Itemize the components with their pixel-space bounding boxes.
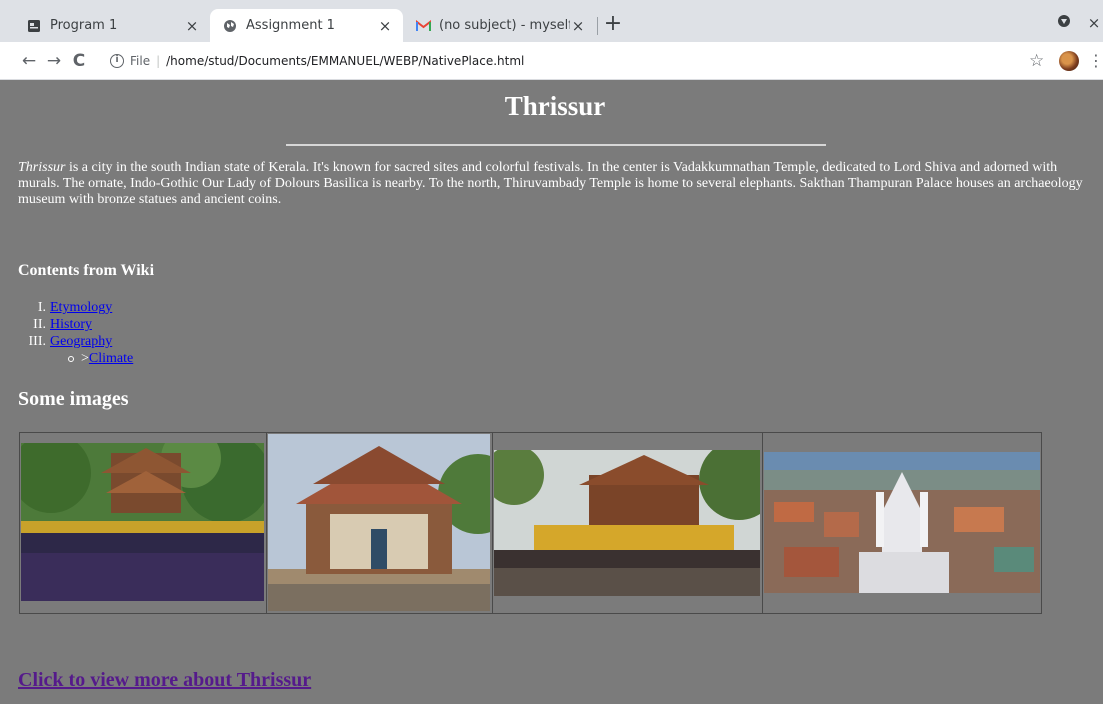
image-cell [267, 433, 493, 613]
image-cell [20, 433, 267, 613]
page-content: Thrissur Thrissur is a city in the south… [0, 80, 1103, 704]
list-number: II. [33, 317, 46, 332]
close-icon[interactable]: × [570, 18, 586, 34]
tab-strip: Program 1 × Assignment 1 × (no subject) … [0, 0, 1103, 42]
view-more-link[interactable]: Click to view more about Thrissur [18, 669, 311, 692]
forward-arrow-icon[interactable]: → [42, 49, 66, 73]
profile-avatar[interactable] [1059, 51, 1079, 71]
basilica-aerial-photo[interactable] [764, 452, 1040, 593]
info-icon[interactable]: i [110, 54, 124, 68]
tab-label: (no subject) - myself.emm [439, 18, 570, 33]
page-title: Thrissur [504, 91, 606, 121]
list-item: II. History [18, 316, 133, 333]
close-icon[interactable]: × [184, 18, 200, 34]
intro-city-name: Thrissur [18, 160, 66, 175]
circle-bullet-icon [68, 355, 74, 362]
tab-label: Program 1 [50, 18, 118, 33]
vadakkumnathan-temple-photo[interactable] [268, 434, 490, 611]
window-close-icon[interactable]: × [1084, 13, 1103, 33]
link-etymology[interactable]: Etymology [50, 299, 112, 316]
menu-icon[interactable]: ⋮ [1088, 51, 1103, 71]
link-geography[interactable]: Geography [50, 333, 112, 350]
extension-icon[interactable] [1054, 13, 1074, 33]
list-item: I. Etymology [18, 299, 133, 316]
globe-icon [222, 18, 238, 34]
list-number: I. [37, 300, 46, 315]
contents-list: I. Etymology II. History III. Geography … [18, 299, 134, 367]
new-tab-button[interactable]: + [601, 13, 625, 37]
browser-toolbar: ← → C i File | /home/stud/Documents/EMMA… [0, 42, 1103, 80]
tab-separator [597, 17, 598, 35]
festival-temple-photo[interactable] [21, 443, 264, 601]
address-path: /home/stud/Documents/EMMANUEL/WEBP/Nativ… [166, 54, 525, 68]
link-climate[interactable]: Climate [89, 351, 133, 366]
address-divider: | [156, 54, 161, 68]
link-history[interactable]: History [50, 316, 92, 333]
gmail-icon [415, 18, 431, 34]
bookmark-star-icon[interactable]: ☆ [1029, 51, 1044, 71]
document-icon [26, 18, 42, 34]
reload-icon[interactable]: C [67, 49, 91, 73]
image-cell [493, 433, 763, 613]
sub-list-item: >Climate [18, 350, 133, 367]
tab-assignment-1[interactable]: Assignment 1 × [210, 9, 403, 42]
contents-heading: Contents from Wiki [18, 262, 155, 279]
sub-item-prefix: > [81, 351, 89, 366]
images-heading: Some images [18, 388, 129, 410]
intro-paragraph: Thrissur is a city in the south Indian s… [18, 160, 1093, 208]
list-item: III. Geography [18, 333, 133, 350]
tab-program-1[interactable]: Program 1 × [14, 9, 210, 42]
horizontal-rule [286, 144, 826, 146]
intro-text: is a city in the south Indian state of K… [18, 160, 1083, 207]
address-bar[interactable]: i File | /home/stud/Documents/EMMANUEL/W… [98, 47, 1058, 75]
tab-label: Assignment 1 [246, 18, 335, 33]
back-arrow-icon[interactable]: ← [17, 49, 41, 73]
close-icon[interactable]: × [377, 18, 393, 34]
list-number: III. [28, 334, 47, 349]
image-cell [763, 433, 1041, 613]
image-table [19, 432, 1042, 614]
address-scheme: File [130, 54, 151, 68]
elephant-festival-photo[interactable] [494, 450, 760, 596]
tab-gmail[interactable]: (no subject) - myself.emm × [403, 9, 596, 42]
